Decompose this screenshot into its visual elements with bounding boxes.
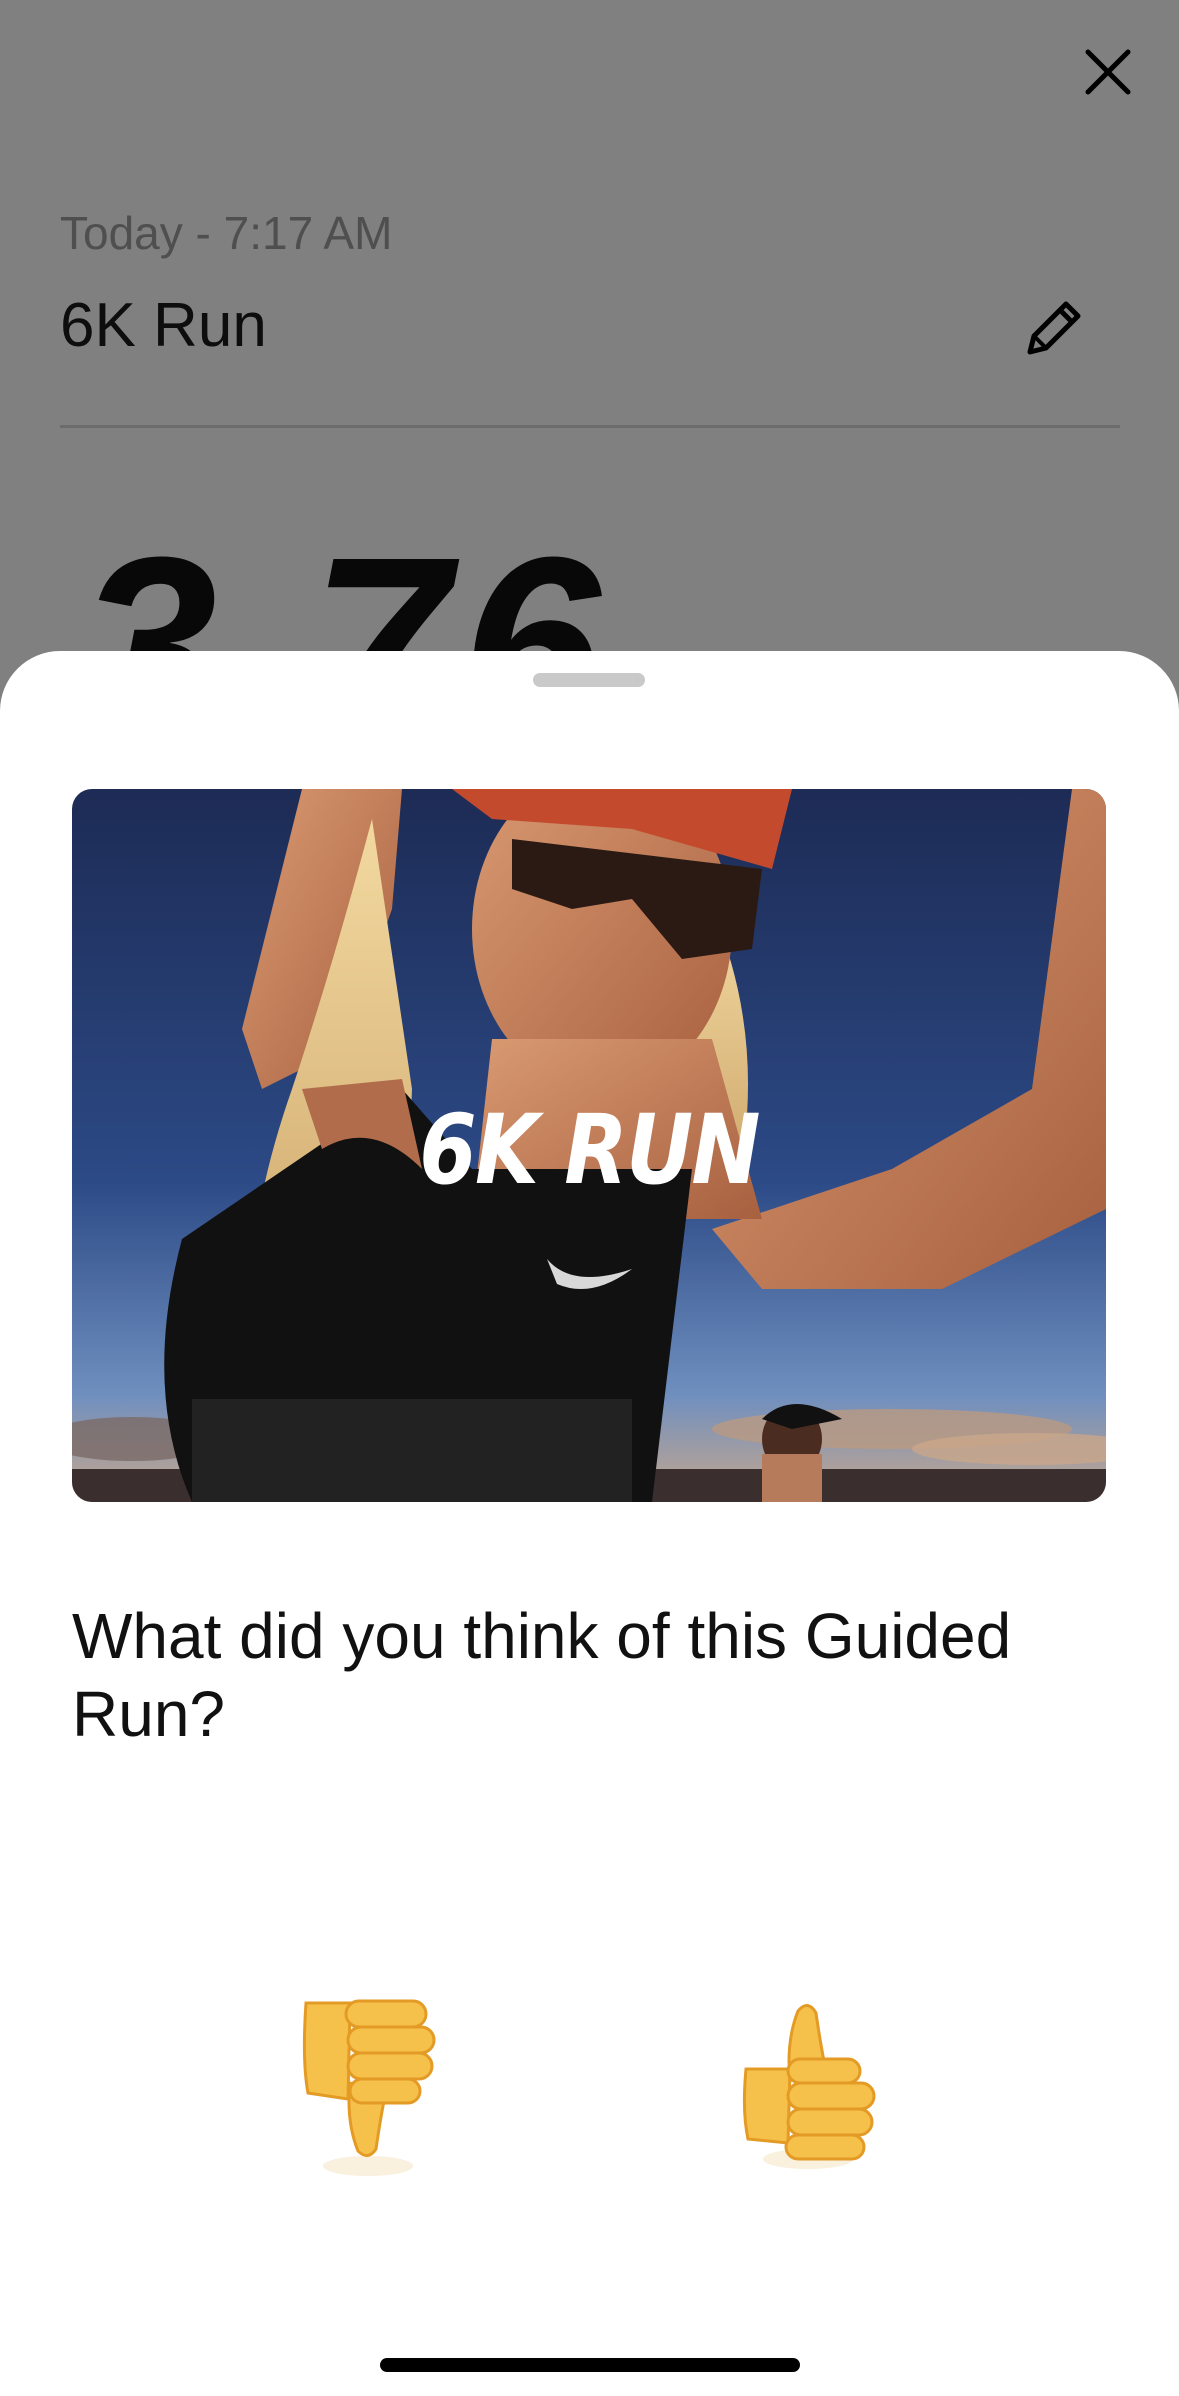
sheet-grabber[interactable]: [533, 673, 645, 687]
home-indicator[interactable]: [380, 2358, 800, 2372]
feedback-sheet: 6K RUN What did you think of this Guided…: [0, 651, 1179, 2396]
thumbs-up-icon: [742, 2004, 876, 2169]
thumbs-down-icon: [302, 1999, 436, 2176]
app-root: Today - 7:17 AM 6K Run 3.76 6K RUN What …: [0, 0, 1179, 2396]
guided-run-hero-image: 6K RUN: [72, 789, 1106, 1502]
pencil-icon: [1027, 301, 1081, 355]
activity-date: Today - 7:17 AM: [60, 207, 393, 259]
thumbs-down-button[interactable]: [288, 1991, 458, 2181]
feedback-question: What did you think of this Guided Run?: [72, 1600, 1012, 1750]
activity-title: 6K Run: [60, 291, 267, 360]
close-icon: [1085, 49, 1131, 95]
header-divider: [60, 425, 1120, 428]
close-button[interactable]: [1072, 36, 1144, 108]
edit-button[interactable]: [1016, 292, 1090, 366]
hero-title: 6K RUN: [419, 1094, 760, 1206]
thumbs-up-button[interactable]: [728, 1981, 898, 2171]
